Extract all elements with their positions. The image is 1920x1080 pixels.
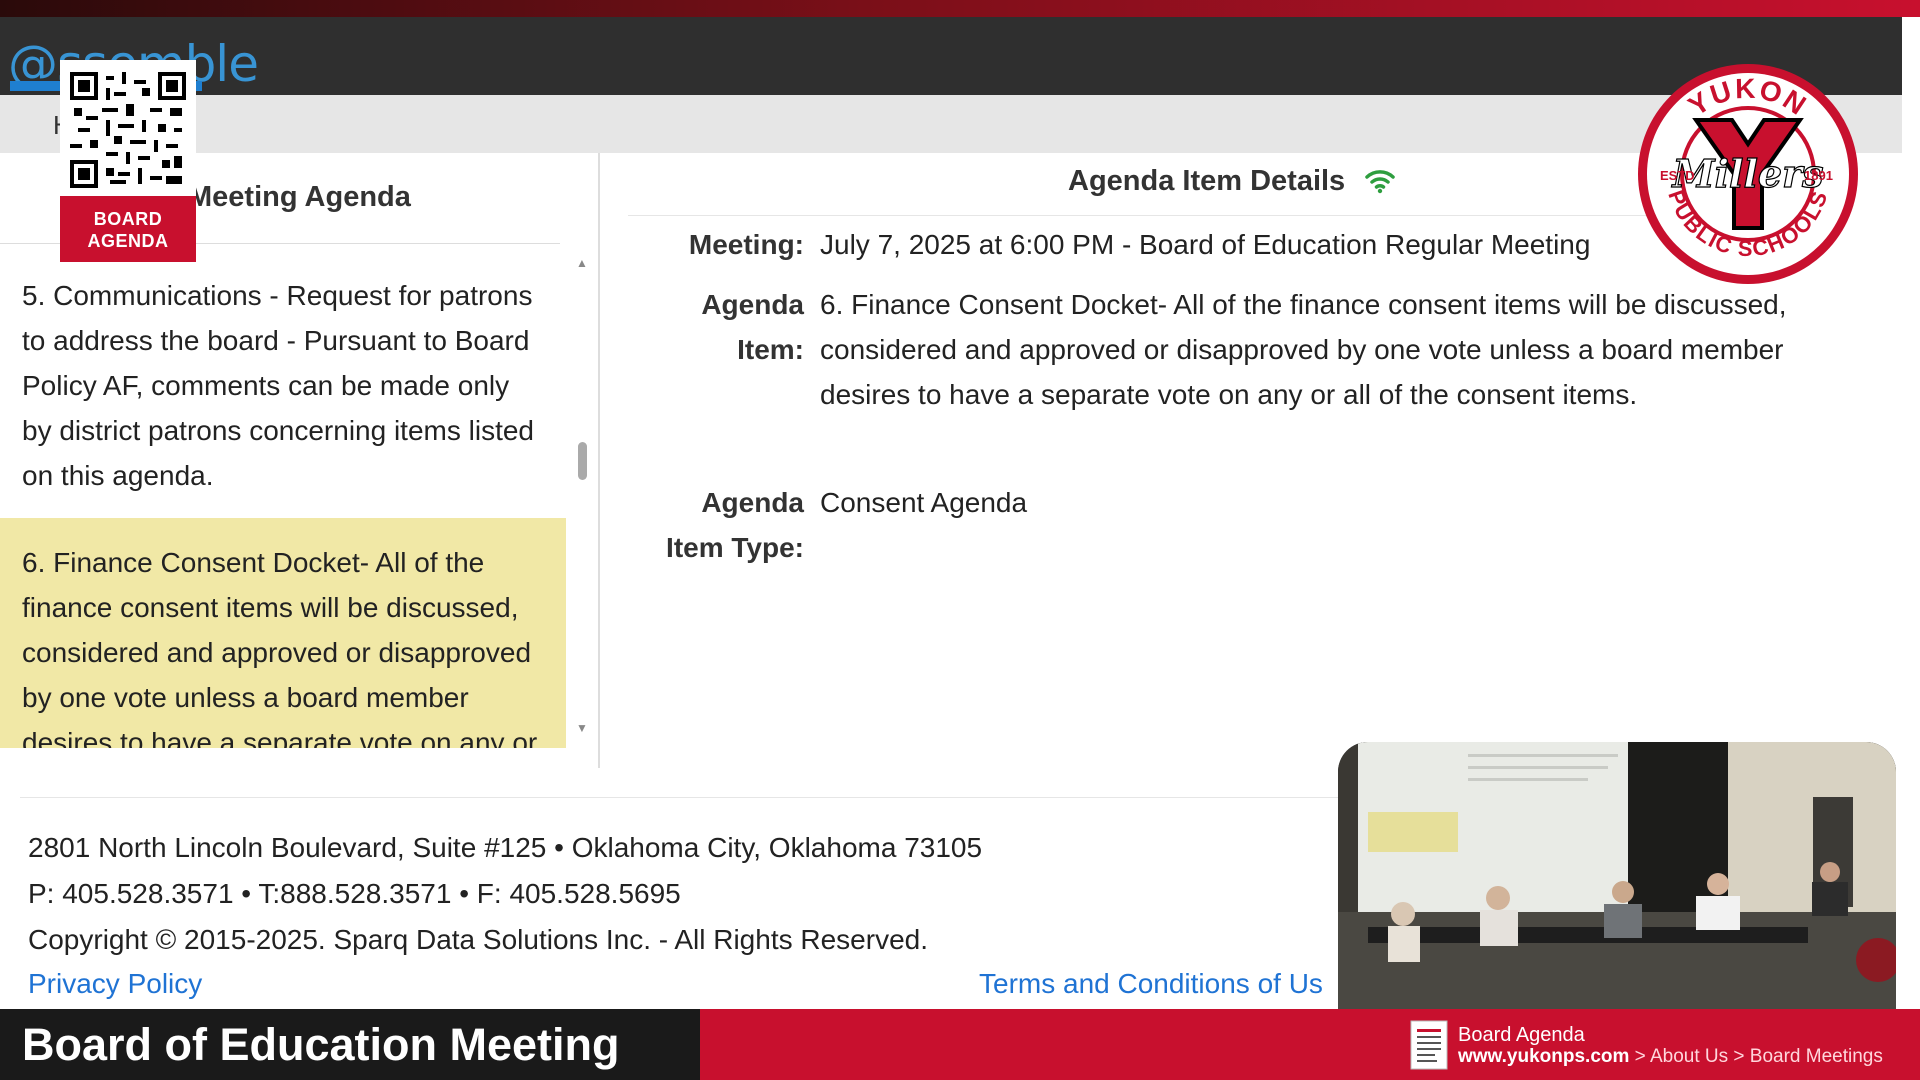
sub-navbar [0, 95, 1902, 153]
agenda-item-value: 6. Finance Consent Docket- All of the fi… [820, 289, 1787, 410]
agenda-list-title: Meeting Agenda [188, 181, 411, 213]
footer-address: 2801 North Lincoln Boulevard, Suite #125… [28, 832, 983, 863]
board-agenda-caption: Board Agenda [1458, 1024, 1585, 1046]
meeting-label: Meeting: [688, 229, 804, 260]
privacy-policy-link[interactable]: Privacy Policy [28, 968, 202, 1000]
agenda-item-label-line1: Agenda [701, 289, 804, 320]
badge-line-2: AGENDA [87, 231, 169, 251]
logo-estd: ESTD [1660, 168, 1695, 183]
agenda-list[interactable]: 5. Communications - Request for patrons … [0, 263, 566, 748]
agenda-item-label-line2: Item: [737, 334, 804, 365]
wifi-icon [1365, 170, 1395, 194]
top-navbar: @ssemble [0, 17, 1902, 95]
scroll-down-icon[interactable]: ▼ [576, 721, 588, 735]
item-type-row: Agenda Item Type: Consent Agenda [628, 480, 1818, 575]
item-type-label: Agenda Item Type: [628, 480, 804, 570]
url-host: www.yukonps.com [1458, 1046, 1630, 1067]
item-type-label-line1: Agenda [701, 487, 804, 518]
board-agenda-badge: BOARD AGENDA [60, 196, 196, 262]
yukon-millers-logo: YUKON PUBLIC SCHOOLS Millers ESTD 1891 [1638, 64, 1858, 284]
divider [628, 215, 1688, 216]
agenda-list-scrollbar[interactable]: ▲ ▼ [572, 256, 592, 736]
agenda-list-item-selected[interactable]: 6. Finance Consent Docket- All of the fi… [0, 518, 566, 748]
agenda-item-label: Agenda Item: [628, 282, 804, 372]
lower-third-title: Board of Education Meeting [22, 1019, 620, 1070]
details-title: Agenda Item Details [1068, 165, 1346, 197]
footer-phones: P: 405.528.3571 • T:888.528.3571 • F: 40… [28, 878, 681, 909]
url-path: > About Us > Board Meetings [1629, 1046, 1883, 1067]
terms-link[interactable]: Terms and Conditions of Us [979, 968, 1323, 1000]
meeting-video-feed [1338, 742, 1896, 1010]
badge-line-1: BOARD [93, 209, 163, 229]
top-accent-strip [0, 0, 1920, 17]
item-type-value: Consent Agenda [820, 487, 1028, 518]
qr-code [60, 60, 196, 196]
scrollbar-thumb[interactable] [578, 442, 587, 480]
item-type-label-line2: Item Type: [666, 532, 804, 563]
divider [20, 797, 1345, 798]
logo-year: 1891 [1804, 168, 1833, 183]
agenda-list-item[interactable]: 5. Communications - Request for patrons … [0, 263, 566, 518]
board-agenda-url: www.yukonps.com > About Us > Board Meeti… [1458, 1046, 1883, 1068]
scroll-up-icon[interactable]: ▲ [576, 256, 588, 270]
footer-copyright: Copyright © 2015-2025. Sparq Data Soluti… [28, 924, 928, 955]
document-icon [1410, 1020, 1448, 1070]
agenda-item-row: Agenda Item: 6. Finance Consent Docket- … [628, 282, 1818, 462]
